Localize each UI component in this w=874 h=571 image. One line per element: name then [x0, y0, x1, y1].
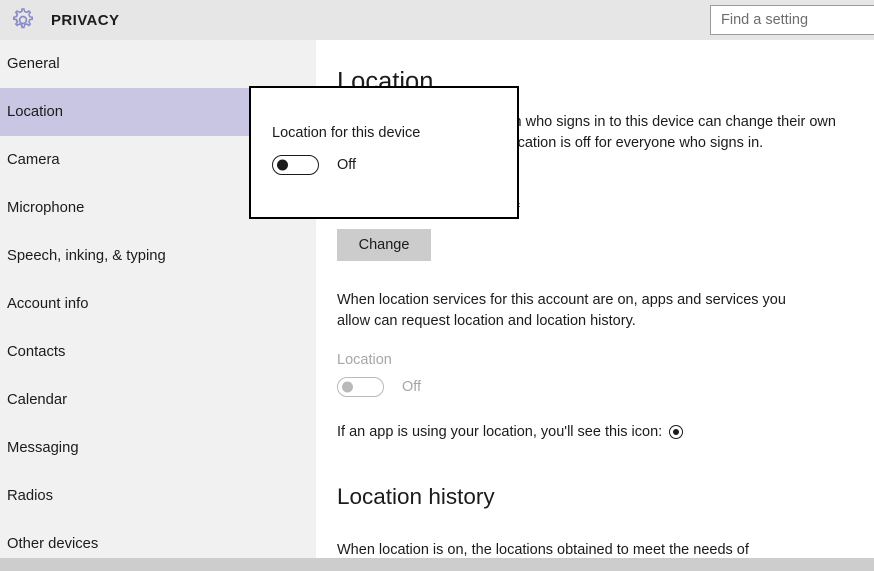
sidebar-item-radios[interactable]: Radios [0, 472, 316, 520]
sidebar-item-speech-inking-typing[interactable]: Speech, inking, & typing [0, 232, 316, 280]
sidebar-item-label: Account info [7, 296, 89, 312]
sidebar-item-contacts[interactable]: Contacts [0, 328, 316, 376]
location-device-dialog: Location for this device Off [249, 86, 519, 219]
sidebar-item-label: Other devices [7, 536, 99, 552]
location-indicator-icon [669, 425, 684, 439]
sidebar-item-label: General [7, 56, 60, 72]
location-toggle-group: Location Off [337, 352, 421, 397]
sidebar-item-messaging[interactable]: Messaging [0, 424, 316, 472]
account-paragraph: When location services for this account … [337, 292, 786, 329]
dialog-title: Location for this device [272, 125, 421, 141]
location-toggle-label: Location [337, 352, 392, 368]
change-button[interactable]: Change [337, 229, 431, 261]
sidebar-item-label: Radios [7, 488, 54, 504]
sidebar-item-label: Microphone [7, 200, 85, 216]
sidebar-item-general[interactable]: General [0, 40, 316, 88]
page-title: PRIVACY [51, 11, 120, 29]
dialog-toggle-row: Off [272, 155, 356, 175]
sidebar-item-other-devices[interactable]: Other devices [0, 520, 316, 558]
sidebar-item-label: Contacts [7, 344, 66, 360]
device-location-toggle-state: Off [337, 157, 357, 173]
sidebar-item-label: Camera [7, 152, 60, 168]
search-box[interactable] [710, 5, 874, 35]
app-icon-line-text: If an app is using your location, you'll… [337, 424, 663, 440]
settings-window: PRIVACY General Location Camera Micropho… [0, 0, 874, 571]
location-history-paragraph: When location is on, the locations obtai… [337, 542, 749, 558]
gear-icon [13, 8, 33, 29]
location-history-heading: Location history [337, 484, 495, 509]
sidebar-item-label: Speech, inking, & typing [7, 248, 166, 264]
location-toggle-switch [337, 377, 384, 397]
search-input[interactable] [711, 12, 874, 28]
sidebar-item-label: Calendar [7, 392, 68, 408]
app-icon-line: If an app is using your location, you'll… [337, 424, 684, 440]
sidebar-item-account-info[interactable]: Account info [0, 280, 316, 328]
sidebar-item-calendar[interactable]: Calendar [0, 376, 316, 424]
sidebar-item-label: Location [7, 104, 63, 120]
sidebar-item-label: Messaging [7, 440, 79, 456]
location-toggle-state: Off [402, 379, 422, 395]
toggle-knob [341, 381, 353, 393]
toggle-knob [276, 159, 288, 171]
device-location-toggle-switch[interactable] [272, 155, 319, 175]
horizontal-scrollbar[interactable] [0, 558, 874, 571]
